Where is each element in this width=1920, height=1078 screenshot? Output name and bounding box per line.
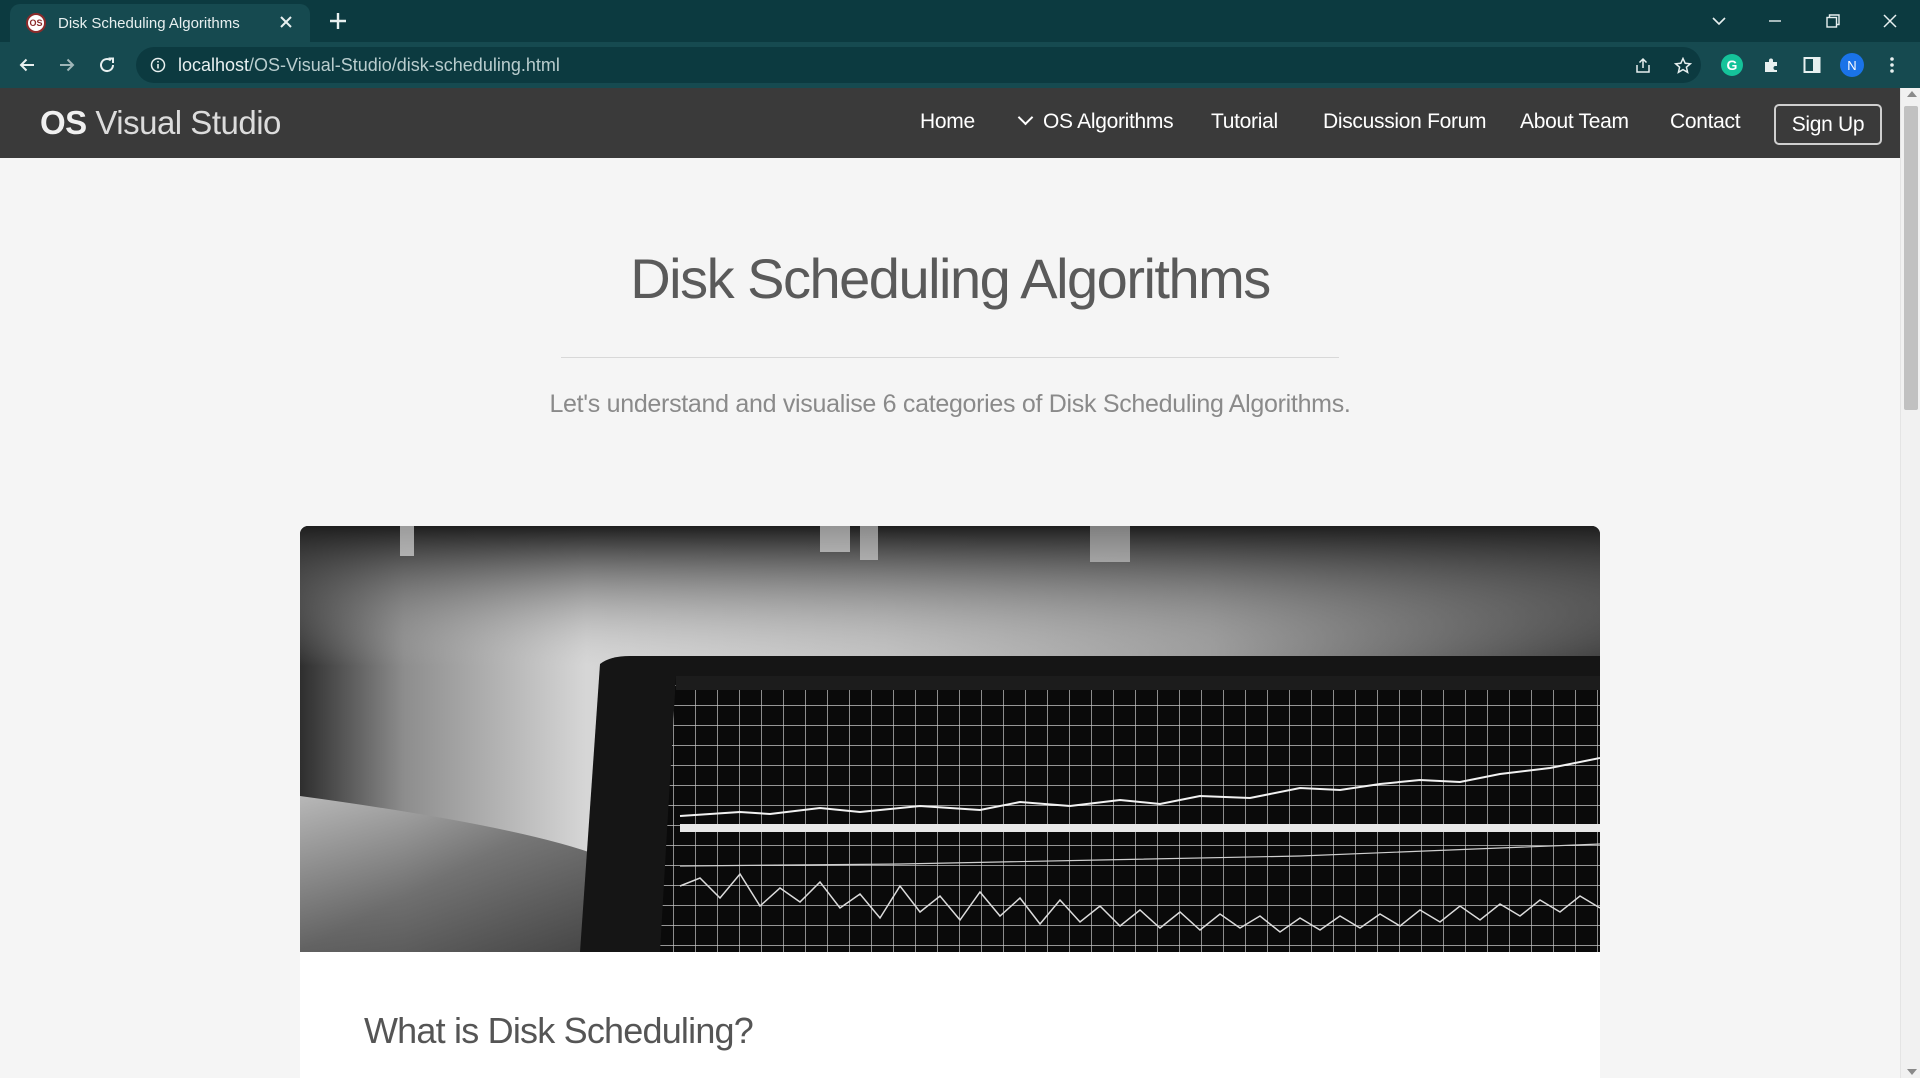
reload-icon [100,57,115,73]
reload-button[interactable] [91,49,123,81]
nav-os-algorithms-label: OS Algorithms [1043,110,1174,133]
nav-tutorial[interactable]: Tutorial [1211,110,1278,134]
profile-avatar[interactable]: N [1838,51,1866,79]
nav-os-algorithms-dropdown[interactable]: OS Algorithms [1017,109,1174,134]
address-url[interactable]: localhost/OS-Visual-Studio/disk-scheduli… [178,55,560,76]
title-divider [561,357,1339,358]
page-scrollbar[interactable] [1900,88,1920,1078]
page-title: Disk Scheduling Algorithms [630,247,1271,310]
back-button[interactable] [11,49,43,81]
scroll-up-icon[interactable] [1907,91,1917,97]
new-tab-button[interactable] [322,6,354,38]
nav-contact[interactable]: Contact [1670,110,1741,134]
arrow-left-icon [19,58,34,72]
section-heading: What is Disk Scheduling? [364,1010,754,1051]
share-icon[interactable] [1631,54,1655,78]
tab-close-icon[interactable] [274,12,298,35]
content-card: What is Disk Scheduling? [300,526,1600,1078]
extensions-puzzle-icon[interactable] [1758,51,1786,79]
brand-bold: OS [40,104,87,141]
address-bar[interactable]: localhost/OS-Visual-Studio/disk-scheduli… [136,47,1701,83]
side-panel-icon[interactable] [1798,51,1826,79]
plus-icon [330,13,346,29]
browser-tab-active[interactable]: OS Disk Scheduling Algorithms [10,4,310,42]
nav-about-team[interactable]: About Team [1520,110,1629,134]
page-viewport: OS Visual Studio Home OS Algorithms Tuto… [0,88,1900,1078]
site-info-icon[interactable] [148,55,168,75]
tab-search-button[interactable] [1697,4,1741,38]
forward-button[interactable] [51,49,83,81]
tab-title: Disk Scheduling Algorithms [58,14,240,32]
tab-favicon-icon: OS [26,13,46,33]
url-host: localhost [178,55,250,75]
grammarly-extension-icon[interactable]: G [1718,51,1746,79]
signup-button[interactable]: Sign Up [1774,104,1882,145]
scroll-down-icon[interactable] [1907,1069,1917,1075]
site-navbar: OS Visual Studio Home OS Algorithms Tuto… [0,88,1900,158]
nav-discussion-forum[interactable]: Discussion Forum [1323,110,1487,134]
browser-toolbar: localhost/OS-Visual-Studio/disk-scheduli… [0,42,1920,88]
laptop-stock-chart-photo [300,526,1600,952]
page-subtitle: Let's understand and visualise 6 categor… [549,390,1351,418]
brand-rest: Visual Studio [86,104,281,141]
url-path: /OS-Visual-Studio/disk-scheduling.html [249,55,560,75]
tab-strip: OS Disk Scheduling Algorithms [0,0,1920,42]
scrollbar-thumb[interactable] [1904,106,1918,410]
chevron-down-icon [1712,17,1726,26]
nav-home[interactable]: Home [920,110,975,134]
browser-menu-icon[interactable] [1878,51,1906,79]
window-close-button[interactable] [1868,4,1912,38]
arrow-right-icon [60,58,75,72]
restore-button[interactable] [1811,4,1855,38]
star-icon[interactable] [1671,54,1695,78]
site-brand-link[interactable]: OS Visual Studio [40,104,281,142]
close-icon [1883,14,1897,28]
restore-icon [1826,14,1840,28]
minimize-button[interactable] [1753,4,1797,38]
chevron-down-icon [1017,109,1034,126]
minimize-icon [1769,20,1781,22]
